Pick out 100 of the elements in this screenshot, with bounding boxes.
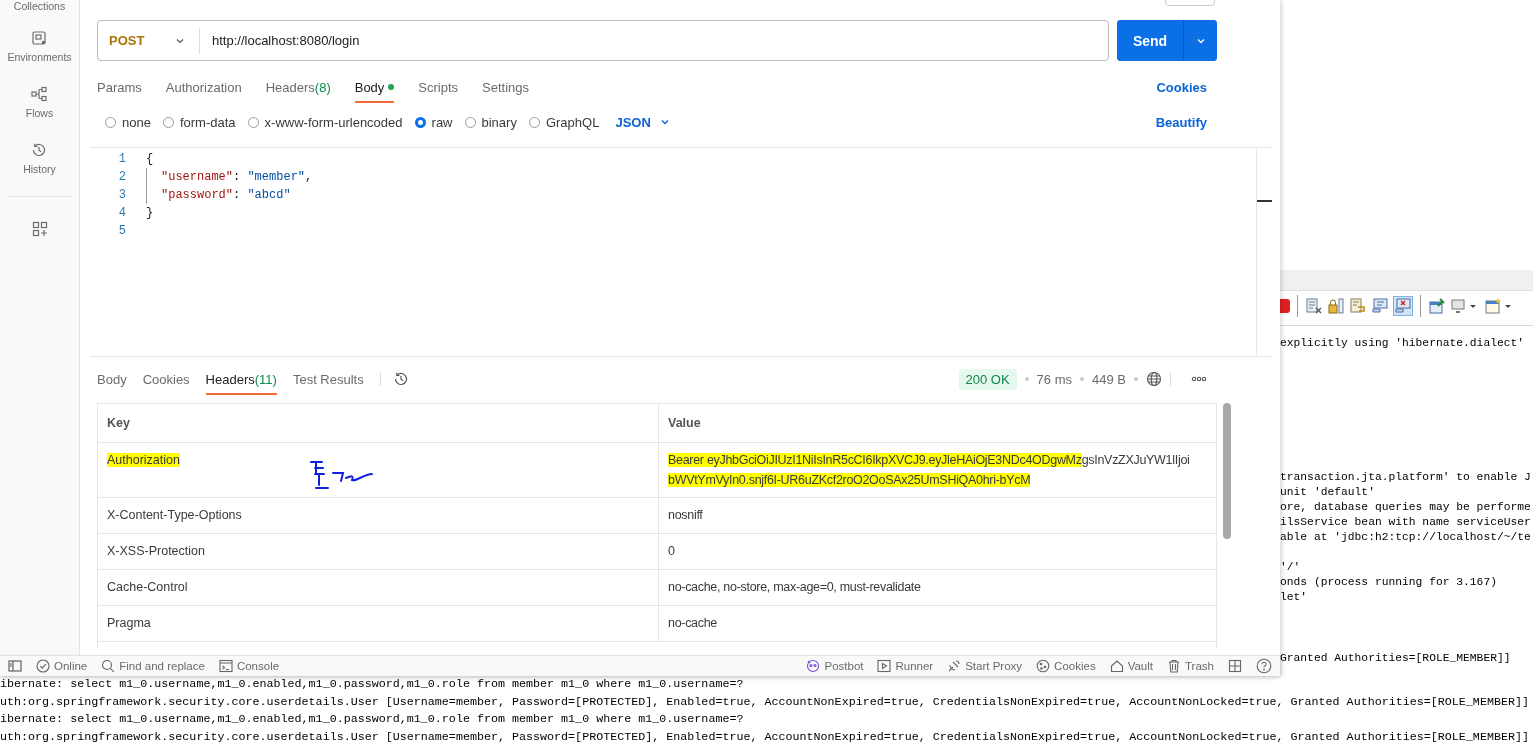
request-tab[interactable]: Headers(8) [265, 71, 331, 103]
console-line: able at 'jdbc:h2:tcp://localhost/~/te [1280, 530, 1532, 545]
table-cell: Pragma [107, 616, 151, 630]
search-icon [101, 659, 116, 673]
format-dropdown[interactable]: JSON [615, 114, 671, 130]
lock-icon[interactable] [1327, 297, 1345, 315]
code-editor[interactable]: 1 { 2 "username": "member", 3 "password": "abcd" 4 } 5 [90, 147, 1272, 357]
sidebar-toggle-icon[interactable] [8, 659, 22, 673]
console-line: ilsService bean with name serviceUser [1280, 515, 1532, 530]
status-bar-item[interactable]: Vault [1127, 660, 1153, 672]
beautify-link[interactable]: Beautify [1155, 114, 1207, 130]
house-icon [1109, 659, 1124, 673]
column-header: Key [106, 415, 131, 432]
status-bar-item[interactable]: Runner [895, 660, 934, 672]
table-cell: X-XSS-Protection [107, 544, 205, 558]
table-cell: Authorization [107, 453, 180, 467]
console-line: transaction.jta.platform' to enable J [1280, 470, 1532, 485]
status-bar-item[interactable]: Console [236, 660, 280, 672]
console-line: unit 'default' [1280, 485, 1376, 500]
line-number: 4 [117, 206, 126, 220]
url-field[interactable]: POST http://localhost:8080/login [97, 20, 1109, 61]
satellite-icon [947, 659, 962, 673]
new-console-icon[interactable] [1484, 297, 1514, 315]
table-cell: no-cache, no-store, max-age=0, must-revalidate [658, 570, 1216, 605]
table-cell: no-cache [658, 606, 1216, 641]
status-bar-item[interactable]: Find and replace [119, 660, 205, 672]
grid-icon[interactable] [1228, 659, 1242, 673]
line-number: 2 [117, 170, 126, 184]
response-tab[interactable]: Headers(11) [205, 363, 277, 395]
request-tab[interactable]: Settings [482, 71, 530, 103]
history-icon[interactable] [392, 371, 409, 387]
request-tab[interactable]: Scripts [418, 71, 459, 103]
radio-label[interactable]: binary [481, 114, 517, 130]
console-line: explicitly using 'hibernate.dialect' [1280, 336, 1526, 351]
cookies-link[interactable]: Cookies [1156, 79, 1207, 95]
console-icon [218, 659, 233, 673]
line-number: 1 [117, 152, 126, 166]
response-tab[interactable]: Body [97, 363, 127, 395]
scrollbar[interactable] [1256, 148, 1272, 356]
line-number: 5 [117, 224, 126, 238]
console-line: uth:org.springframework.security.core.userdetails.User [Username=member, Password=[PROTECTED], Enabled=true, AccountNonExpired=true, CredentialsNonExpired=true, AccountNonLocked=true, Granted Authorities=[ROLE_MEMBER]] [0, 693, 1530, 711]
sidebar-item[interactable]: Collections [13, 0, 66, 12]
response-tab[interactable]: Cookies [142, 363, 190, 395]
flow-icon[interactable] [31, 86, 48, 102]
request-tab[interactable]: Body [354, 71, 395, 103]
sidebar-item[interactable]: Environments [7, 51, 72, 63]
status-bar-item[interactable]: Start Proxy [965, 660, 1023, 672]
monitor-icon[interactable] [1371, 297, 1389, 315]
status-bar-item[interactable]: Postbot [824, 660, 864, 672]
console-line: ibernate: select m1_0.username,m1_0.enabled,m1_0.password,m1_0.role from member m1_0 where m1_0.username=? [0, 676, 745, 693]
history-icon[interactable] [31, 142, 48, 158]
send-button[interactable]: Send [1117, 20, 1184, 61]
radio-button[interactable] [414, 116, 426, 128]
radio-label[interactable]: GraphQL [545, 114, 600, 130]
console-line: uth:org.springframework.security.core.userdetails.User [Username=member, Password=[PROTECTED], Enabled=true, AccountNonExpired=true, CredentialsNonExpired=true, AccountNonLocked=true, Granted Authorities=[ROLE_MEMBER]] [0, 728, 1530, 744]
radio-label[interactable]: form-data [179, 114, 236, 130]
code-line: "username": "member", [161, 170, 313, 184]
check-circle-icon [36, 659, 50, 673]
radio-label[interactable]: none [122, 114, 151, 130]
response-tab[interactable]: Test Results [292, 363, 364, 395]
console-line: onds (process running for 3.167) [1280, 575, 1498, 590]
table-cell: X-Content-Type-Options [107, 508, 242, 522]
table-cell: Cache-Control [107, 580, 188, 594]
trash-icon [1167, 659, 1181, 673]
request-tab[interactable]: Authorization [165, 71, 242, 103]
console-line: ibernate: select m1_0.username,m1_0.enabled,m1_0.password,m1_0.role from member m1_0 where m1_0.username=? [0, 711, 745, 728]
request-tab[interactable]: Params [97, 71, 142, 103]
radio-label[interactable]: x-www-form-urlencoded [264, 114, 403, 130]
status-bar-item[interactable]: Trash [1185, 660, 1214, 672]
table-cell: 0 [658, 534, 1216, 569]
console-line: let' [1280, 590, 1309, 605]
globe-icon[interactable] [1146, 371, 1162, 387]
word-wrap-icon[interactable] [1349, 297, 1367, 315]
method-dropdown[interactable]: POST [98, 27, 200, 54]
status-bar-item[interactable]: Online [54, 660, 88, 672]
console-line: '/' [1280, 560, 1302, 575]
console-line: ore, database queries may be performe [1280, 500, 1532, 515]
play-icon [877, 659, 892, 673]
status-bar-item[interactable]: Cookies [1054, 660, 1096, 672]
code-line: "password": "abcd" [161, 188, 291, 202]
pin-icon[interactable] [1428, 297, 1446, 315]
sidebar-item[interactable]: History [23, 163, 56, 175]
line-number: 3 [117, 188, 126, 202]
response-time[interactable]: 76 ms [1036, 371, 1072, 387]
column-header: Value [658, 404, 1216, 442]
help-icon[interactable] [1256, 658, 1272, 674]
console-line: Granted Authorities=[ROLE_MEMBER]] [1280, 651, 1512, 666]
environment-icon[interactable] [31, 30, 48, 46]
sidebar-item[interactable]: Flows [25, 107, 54, 119]
response-size[interactable]: 449 B [1092, 371, 1126, 387]
code-line: { [146, 152, 154, 166]
toggle-button[interactable] [1393, 296, 1413, 316]
more-icon[interactable] [1191, 376, 1207, 382]
add-apps-icon[interactable] [31, 221, 48, 237]
clear-console-icon[interactable] [1305, 297, 1323, 315]
cookie-icon [1036, 659, 1051, 673]
code-line: } [146, 206, 154, 220]
bot-icon [806, 659, 821, 673]
status-badge[interactable]: 200 OK [958, 368, 1017, 390]
radio-label[interactable]: raw [431, 114, 453, 130]
